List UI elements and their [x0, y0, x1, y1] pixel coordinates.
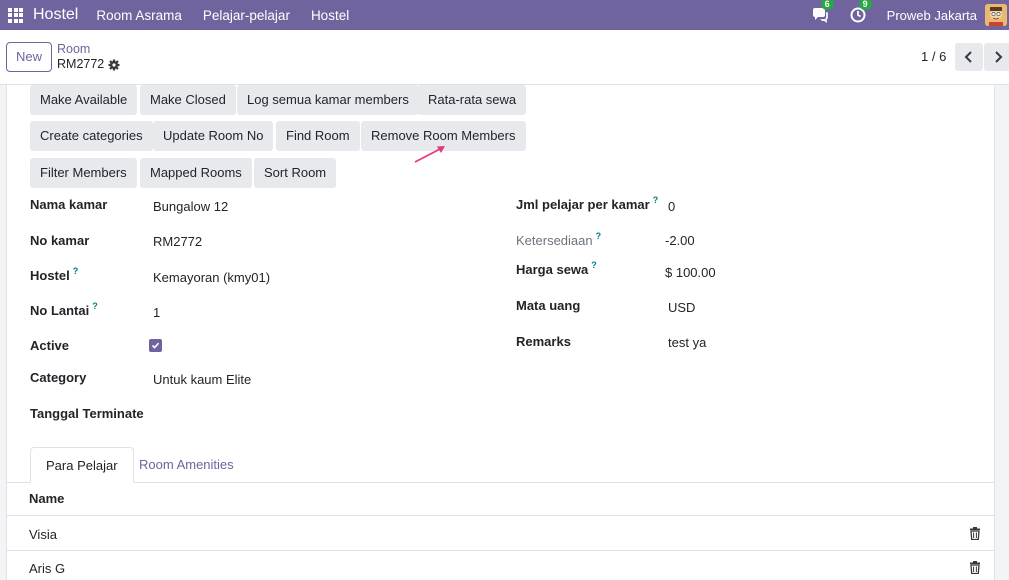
table-row[interactable]: Aris G: [7, 551, 994, 580]
update-room-no-button[interactable]: Update Room No: [153, 121, 274, 151]
field-hostel[interactable]: Kemayoran (kmy01): [153, 270, 270, 285]
label-jml-pelajar: Jml pelajar per kamar?: [516, 195, 659, 212]
label-no-kamar: No kamar: [30, 233, 90, 248]
menu-room-asrama[interactable]: Room Asrama: [96, 8, 182, 23]
activities-badge: 9: [858, 0, 872, 10]
row-name: Aris G: [29, 561, 66, 576]
label-no-lantai: No Lantai?: [30, 301, 98, 318]
breadcrumb-current: RM2772: [57, 57, 105, 71]
field-mata-uang[interactable]: USD: [668, 300, 695, 315]
find-room-button[interactable]: Find Room: [276, 121, 360, 151]
annotation-arrow-icon: [414, 146, 445, 163]
messages-button[interactable]: 6: [811, 0, 834, 24]
activities-button[interactable]: 9: [849, 0, 872, 24]
pager-previous-button[interactable]: [955, 43, 983, 71]
menu-hostel[interactable]: Hostel: [311, 8, 349, 23]
chevron-left-icon: [964, 51, 972, 63]
label-active: Active: [30, 338, 70, 353]
menu-pelajar[interactable]: Pelajar-pelajar: [203, 8, 290, 23]
mapped-rooms-button[interactable]: Mapped Rooms: [140, 158, 252, 188]
label-hostel: Hostel?: [30, 266, 79, 283]
filter-members-button[interactable]: Filter Members: [30, 158, 137, 188]
label-mata-uang: Mata uang: [516, 298, 581, 313]
label-tanggal-terminate: Tanggal Terminate: [30, 406, 144, 421]
row-name: Visia: [29, 527, 57, 542]
field-ketersediaan: -2.00: [665, 233, 695, 248]
help-tooltip-icon[interactable]: ?: [596, 231, 602, 241]
sort-room-button[interactable]: Sort Room: [254, 158, 337, 188]
user-avatar[interactable]: [985, 4, 1007, 26]
average-rent-button[interactable]: Rata-rata sewa: [418, 85, 527, 115]
tab-para-pelajar[interactable]: Para Pelajar: [30, 447, 134, 483]
make-closed-button[interactable]: Make Closed: [140, 85, 236, 115]
field-remarks[interactable]: test ya: [668, 335, 706, 350]
help-tooltip-icon[interactable]: ?: [92, 301, 98, 311]
app-brand[interactable]: Hostel: [33, 6, 78, 24]
make-available-button[interactable]: Make Available: [30, 85, 138, 115]
check-icon: [151, 342, 160, 349]
top-navbar: Hostel Room Asrama Pelajar-pelajar Hoste…: [0, 0, 1009, 30]
active-checkbox[interactable]: [149, 339, 162, 352]
field-tanggal-terminate[interactable]: [153, 406, 453, 424]
field-category[interactable]: Untuk kaum Elite: [153, 372, 251, 387]
company-switcher[interactable]: Proweb Jakarta: [887, 8, 977, 23]
list-header: Name: [7, 483, 994, 516]
tab-room-amenities[interactable]: Room Amenities: [124, 447, 249, 483]
gear-icon[interactable]: [108, 59, 120, 71]
label-nama-kamar: Nama kamar: [30, 197, 108, 212]
control-panel: New Room RM2772 1 / 6: [0, 30, 1009, 85]
create-categories-button[interactable]: Create categories: [30, 121, 153, 151]
field-no-kamar[interactable]: RM2772: [153, 234, 202, 249]
help-tooltip-icon[interactable]: ?: [653, 195, 659, 205]
form-sheet: Make Available Make Closed Log semua kam…: [6, 85, 995, 580]
field-harga-sewa[interactable]: $ 100.00: [665, 265, 716, 280]
trash-icon[interactable]: [969, 561, 981, 574]
messages-badge: 6: [820, 0, 834, 10]
apps-grid-icon[interactable]: [8, 7, 23, 23]
pager-value[interactable]: 1 / 6: [921, 49, 946, 64]
label-ketersediaan: Ketersediaan?: [516, 231, 602, 248]
field-nama-kamar[interactable]: Bungalow 12: [153, 199, 228, 214]
column-header-name[interactable]: Name: [29, 491, 64, 506]
label-category: Category: [30, 370, 87, 385]
pager-next-button[interactable]: [984, 43, 1009, 71]
log-members-button[interactable]: Log semua kamar members: [237, 85, 419, 115]
help-tooltip-icon[interactable]: ?: [73, 266, 79, 276]
label-harga-sewa: Harga sewa?: [516, 260, 597, 277]
help-tooltip-icon[interactable]: ?: [591, 260, 597, 270]
chevron-right-icon: [995, 51, 1003, 63]
table-row[interactable]: Visia: [7, 517, 994, 551]
field-no-lantai[interactable]: 1: [153, 305, 160, 320]
breadcrumb-parent[interactable]: Room: [57, 42, 90, 56]
label-remarks: Remarks: [516, 334, 571, 349]
trash-icon[interactable]: [969, 527, 981, 540]
field-jml-pelajar[interactable]: 0: [668, 199, 675, 214]
new-button[interactable]: New: [6, 42, 52, 72]
